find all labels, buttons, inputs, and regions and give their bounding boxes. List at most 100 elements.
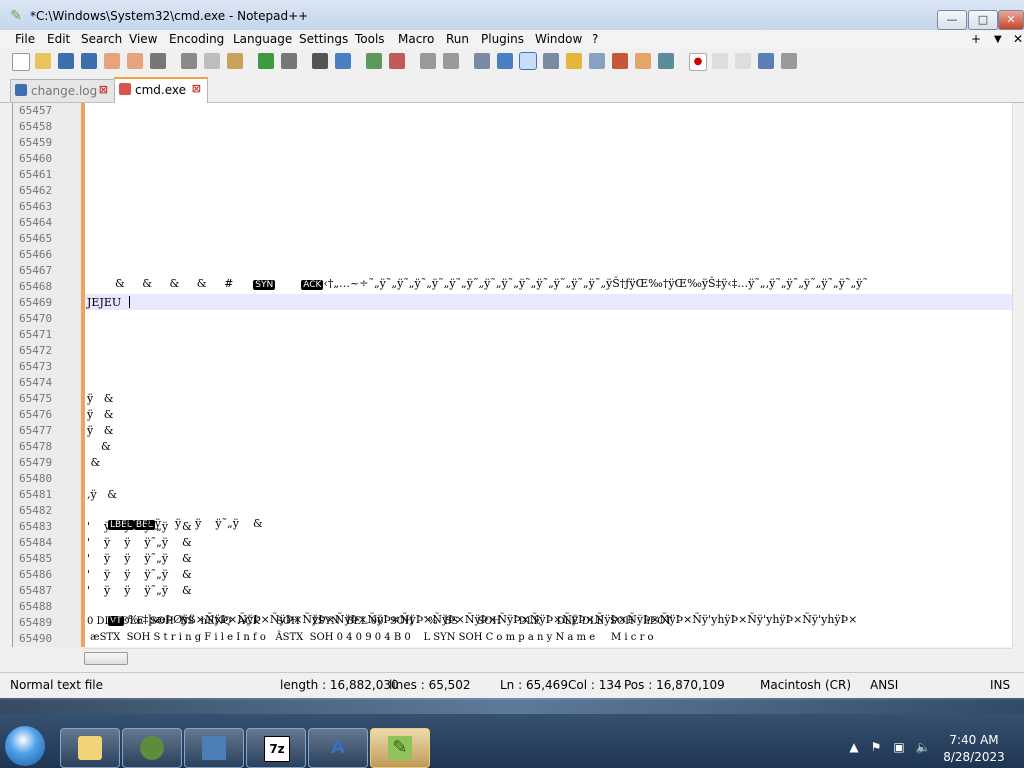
line-number: 65487	[19, 584, 53, 597]
find-icon[interactable]	[312, 53, 328, 69]
status-insert-mode: INS	[990, 678, 1011, 692]
line-number: 65464	[19, 216, 53, 229]
menu-tools[interactable]: Tools	[355, 32, 385, 46]
menu-macro[interactable]: Macro	[398, 32, 434, 46]
tab-label: change.log	[31, 84, 98, 98]
maximize-button[interactable]: □	[968, 10, 998, 30]
code-line-65490: æSTX SOH S t r i n g F i l e I n f o ÂST…	[87, 632, 654, 643]
taskbar-tree-app[interactable]	[122, 728, 182, 768]
taskbar-control-panel[interactable]	[184, 728, 244, 768]
code-line-65486: ' ÿ ÿ ÿ˜„ÿ &	[87, 568, 192, 581]
indent-guide-icon[interactable]	[519, 52, 537, 70]
system-clock[interactable]: 7:40 AM 8/28/2023	[943, 732, 1005, 766]
network-icon[interactable]: ▣	[891, 740, 907, 756]
stop-recording-icon[interactable]	[712, 53, 728, 69]
tray-expand-icon[interactable]: ▲	[846, 740, 862, 756]
status-eol-format[interactable]: Macintosh (CR)	[760, 678, 851, 692]
close-button[interactable]: ✕	[998, 10, 1024, 30]
save-all-icon[interactable]	[81, 53, 97, 69]
tab-list-dropdown-icon[interactable]: ▼	[994, 34, 1002, 45]
notepadpp-icon: ✎	[388, 736, 412, 760]
menu-search[interactable]: Search	[81, 32, 122, 46]
run-macro-multiple-icon[interactable]	[758, 53, 774, 69]
toolbar: ●	[0, 49, 1024, 75]
new-file-icon[interactable]	[12, 53, 30, 71]
menu-edit[interactable]: Edit	[47, 32, 70, 46]
menu-view[interactable]: View	[129, 32, 157, 46]
close-file-icon[interactable]	[104, 53, 120, 69]
minimize-button[interactable]: —	[937, 10, 967, 30]
menu-file[interactable]: File	[15, 32, 35, 46]
open-file-icon[interactable]	[35, 53, 51, 69]
code-line-65476: ÿ &	[87, 408, 114, 421]
control-char-syn: SYN	[253, 280, 276, 290]
show-all-characters-icon[interactable]	[497, 53, 513, 69]
saved-file-icon	[15, 84, 27, 96]
tab-close-icon[interactable]: ⊠	[192, 82, 201, 95]
line-number: 65467	[19, 264, 53, 277]
horizontal-scroll-thumb[interactable]	[84, 652, 128, 665]
tab-change-log[interactable]: change.log ⊠	[10, 79, 115, 102]
line-number-gutter: 65457 65458 65459 65460 65461 65462 6546…	[13, 103, 85, 647]
playback-macro-icon[interactable]	[735, 53, 751, 69]
replace-icon[interactable]	[335, 53, 351, 69]
cut-icon[interactable]	[181, 53, 197, 69]
monitoring-eye-icon[interactable]	[658, 53, 674, 69]
menu-language[interactable]: Language	[233, 32, 292, 46]
save-icon[interactable]	[58, 53, 74, 69]
tab-close-icon[interactable]: ⊠	[99, 83, 108, 96]
menu-encoding[interactable]: Encoding	[169, 32, 224, 46]
menu-run[interactable]: Run	[446, 32, 469, 46]
editor-area[interactable]: 65457 65458 65459 65460 65461 65462 6546…	[12, 103, 1013, 647]
line-number: 65477	[19, 424, 53, 437]
line-number: 65479	[19, 456, 53, 469]
status-encoding[interactable]: ANSI	[870, 678, 898, 692]
folder-workspace-icon[interactable]	[635, 53, 651, 69]
action-center-flag-icon[interactable]: ⚑	[868, 740, 884, 756]
user-language-icon[interactable]	[543, 53, 559, 69]
zoom-in-icon[interactable]	[366, 53, 382, 69]
close-all-icon[interactable]	[127, 53, 143, 69]
menu-plugins[interactable]: Plugins	[481, 32, 524, 46]
code-line-65477: ÿ &	[87, 424, 114, 437]
menu-help[interactable]: ?	[592, 32, 598, 46]
taskbar-file-explorer[interactable]	[60, 728, 120, 768]
taskbar-app-a[interactable]: A	[308, 728, 368, 768]
menu-settings[interactable]: Settings	[299, 32, 348, 46]
document-list-icon[interactable]	[589, 53, 605, 69]
maximize-icon: □	[977, 13, 989, 26]
word-wrap-icon[interactable]	[474, 53, 490, 69]
record-macro-icon[interactable]: ●	[689, 53, 707, 71]
code-line-65484: ' ÿ ÿ ÿ˜„ÿ &	[87, 536, 192, 549]
new-tab-plus-button[interactable]: +	[971, 32, 981, 46]
tab-cmd-exe[interactable]: cmd.exe ⊠	[114, 77, 208, 104]
line-number: 65469	[19, 296, 53, 309]
taskbar-notepadpp[interactable]: ✎	[370, 728, 430, 768]
function-list-icon[interactable]	[612, 53, 628, 69]
tab-label: cmd.exe	[135, 83, 187, 97]
text-caret	[129, 296, 130, 308]
close-doc-icon[interactable]: ✕	[1013, 32, 1023, 46]
copy-icon[interactable]	[204, 53, 220, 69]
save-macro-icon[interactable]	[781, 53, 797, 69]
status-length: length : 16,882,030	[280, 678, 399, 692]
sync-horizontal-icon[interactable]	[443, 53, 459, 69]
print-icon[interactable]	[150, 53, 166, 69]
taskbar-7zip[interactable]: 7z	[246, 728, 306, 768]
zoom-out-icon[interactable]	[389, 53, 405, 69]
horizontal-scrollbar[interactable]	[84, 648, 1012, 666]
notepadpp-icon[interactable]: ✎	[8, 8, 24, 24]
sync-vertical-icon[interactable]	[420, 53, 436, 69]
menu-window[interactable]: Window	[535, 32, 582, 46]
line-number: 65482	[19, 504, 53, 517]
code-line-65485: ' ÿ ÿ ÿ˜„ÿ &	[87, 552, 192, 565]
vertical-scrollbar[interactable]	[1012, 103, 1024, 647]
volume-muted-icon[interactable]: 🔈	[915, 740, 931, 756]
windows-start-button[interactable]	[5, 726, 45, 766]
paste-icon[interactable]	[227, 53, 243, 69]
undo-icon[interactable]	[258, 53, 274, 69]
document-map-icon[interactable]	[566, 53, 582, 69]
line-number: 65465	[19, 232, 53, 245]
redo-icon[interactable]	[281, 53, 297, 69]
folder-icon	[78, 736, 102, 760]
